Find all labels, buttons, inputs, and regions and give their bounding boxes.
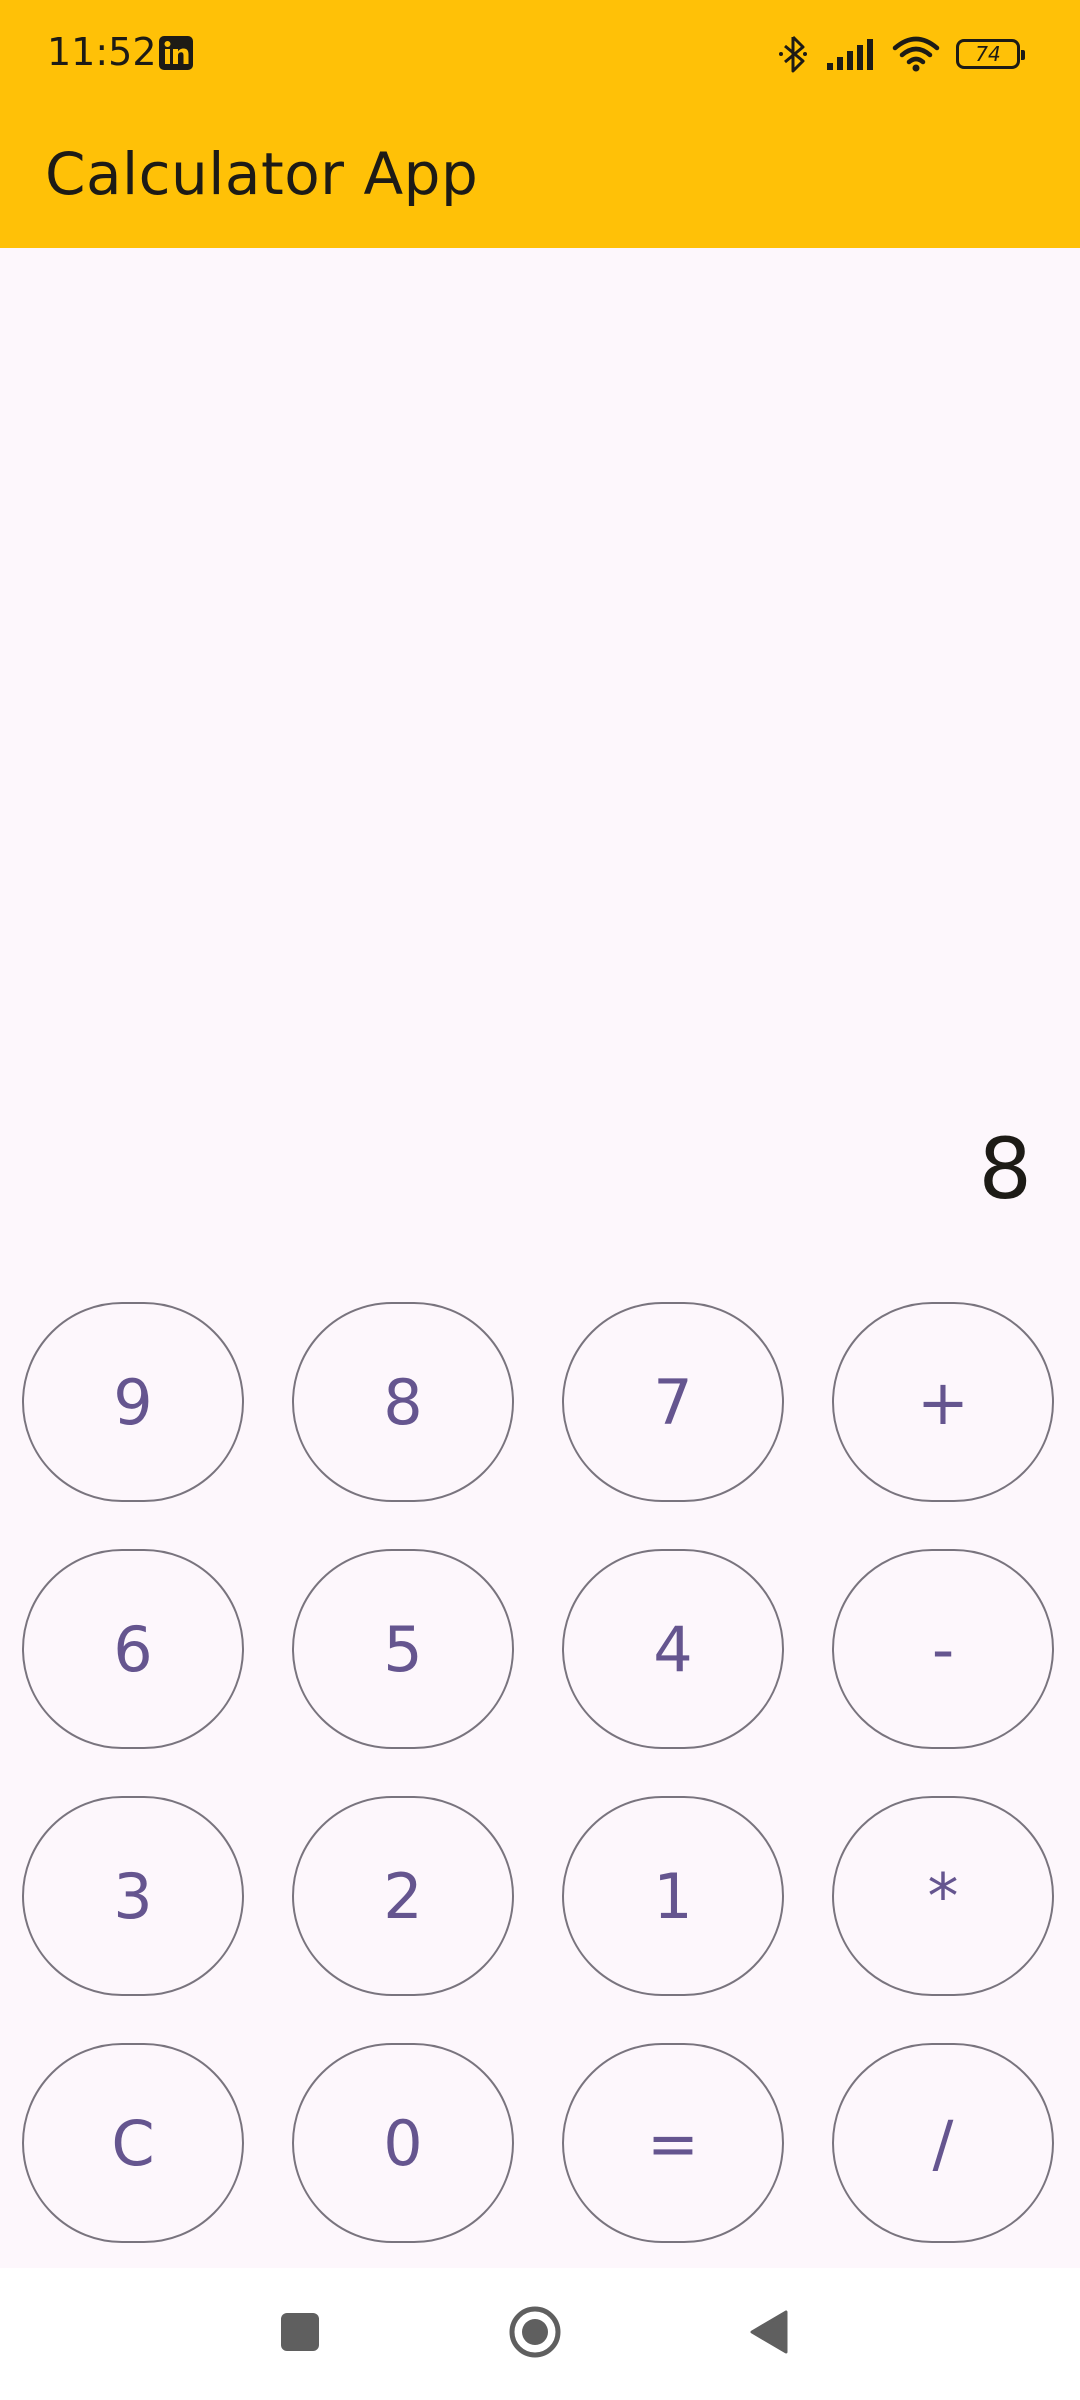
- wifi-icon: [892, 36, 940, 72]
- key-equals[interactable]: =: [562, 2043, 784, 2243]
- result-display: 8: [978, 1120, 1032, 1218]
- key-multiply[interactable]: *: [832, 1796, 1054, 1996]
- status-time: 11:52: [47, 30, 157, 74]
- battery-level: 74: [975, 42, 1001, 66]
- navigation-bar: [0, 2268, 1080, 2400]
- linkedin-icon: [159, 36, 193, 70]
- app-title: Calculator App: [45, 140, 479, 208]
- key-divide[interactable]: /: [832, 2043, 1054, 2243]
- key-4[interactable]: 4: [562, 1549, 784, 1749]
- status-bar: 11:52 74: [0, 0, 1080, 110]
- app-bar: Calculator App: [0, 110, 1080, 248]
- back-icon[interactable]: [748, 2308, 790, 2356]
- key-1[interactable]: 1: [562, 1796, 784, 1996]
- bluetooth-icon: [779, 35, 807, 73]
- key-5[interactable]: 5: [292, 1549, 514, 1749]
- key-plus[interactable]: +: [832, 1302, 1054, 1502]
- key-7[interactable]: 7: [562, 1302, 784, 1502]
- recents-icon[interactable]: [281, 2313, 319, 2351]
- key-clear[interactable]: C: [22, 2043, 244, 2243]
- battery-icon: 74: [956, 39, 1025, 69]
- home-icon[interactable]: [508, 2305, 562, 2359]
- key-minus[interactable]: -: [832, 1549, 1054, 1749]
- key-9[interactable]: 9: [22, 1302, 244, 1502]
- key-0[interactable]: 0: [292, 2043, 514, 2243]
- signal-icon: [827, 39, 873, 70]
- key-8[interactable]: 8: [292, 1302, 514, 1502]
- key-6[interactable]: 6: [22, 1549, 244, 1749]
- key-2[interactable]: 2: [292, 1796, 514, 1996]
- status-icons: 74: [776, 30, 1025, 78]
- key-3[interactable]: 3: [22, 1796, 244, 1996]
